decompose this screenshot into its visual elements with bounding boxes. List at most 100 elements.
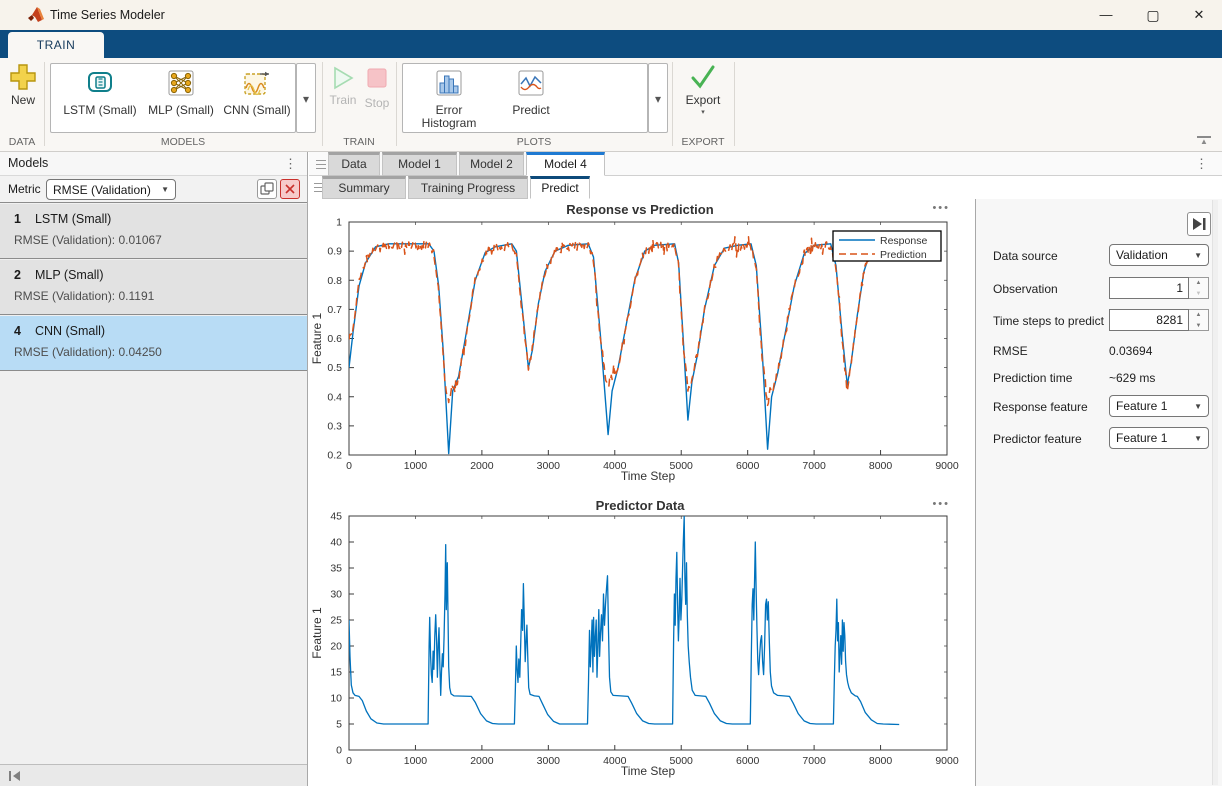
tab-train[interactable]: TRAIN (8, 32, 104, 58)
cnn-model-icon (242, 68, 272, 98)
data-source-value: Validation (1116, 248, 1168, 262)
svg-text:1: 1 (336, 217, 342, 229)
time-steps-input[interactable]: 8281 (1109, 309, 1189, 331)
models-gallery-dropdown[interactable]: ▾ (296, 63, 316, 133)
svg-text:5: 5 (336, 719, 342, 731)
model-index: 2 (14, 268, 21, 282)
collapse-panel-button[interactable] (1187, 212, 1211, 236)
tab-summary[interactable]: Summary (322, 176, 406, 199)
title-bar: Time Series Modeler — ▢ ✕ (0, 0, 1222, 30)
svg-text:Prediction: Prediction (880, 249, 927, 261)
train-button[interactable]: Train (328, 66, 358, 107)
gallery-item-cnn[interactable]: CNN (Small) (219, 68, 295, 130)
svg-text:Time Step: Time Step (621, 764, 676, 778)
field-label: Prediction time (993, 371, 1072, 385)
tab-training-progress[interactable]: Training Progress (408, 176, 528, 199)
svg-text:30: 30 (330, 589, 342, 601)
duplicate-model-button[interactable] (257, 179, 277, 199)
tab-predict-active[interactable]: Predict (530, 176, 590, 199)
chart-title: Response vs Prediction (312, 202, 968, 217)
panel-scrollbar[interactable] (1212, 200, 1218, 785)
chevron-down-icon: ▼ (161, 185, 169, 194)
response-feature-dropdown[interactable]: Feature 1 ▼ (1109, 395, 1209, 417)
tab-data[interactable]: Data (328, 152, 380, 176)
copy-icon (258, 180, 276, 198)
ribbon-tab-band: TRAIN (0, 30, 1222, 58)
spinner-up-icon[interactable]: ▲ (1189, 310, 1208, 321)
gallery-item-error-histogram[interactable]: Error Histogram (411, 68, 487, 130)
tab-model-4-active[interactable]: Model 4 (526, 152, 605, 176)
rmse-value: 0.03694 (1109, 344, 1152, 358)
svg-text:Time Step: Time Step (621, 469, 676, 483)
predictor-data-chart-container: Predictor Data ••• 010002000300040005000… (312, 496, 968, 786)
section-label-plots: PLOTS (396, 136, 672, 148)
gallery-item-label: Predict (493, 104, 569, 117)
new-plus-icon (10, 64, 36, 90)
gallery-item-lstm[interactable]: LSTM (Small) (61, 68, 139, 130)
spinner-up-icon[interactable]: ▲ (1189, 278, 1208, 289)
gallery-item-predict[interactable]: Predict (493, 68, 569, 130)
models-panel-footer (0, 764, 307, 786)
export-button[interactable]: Export ▾ (680, 64, 726, 116)
predict-plot-icon (516, 68, 546, 98)
gallery-item-label: Error Histogram (411, 104, 487, 130)
chart-options-menu[interactable]: ••• (932, 498, 950, 510)
tab-model-2[interactable]: Model 2 (459, 152, 524, 176)
observation-input[interactable]: 1 (1109, 277, 1189, 299)
data-source-dropdown[interactable]: Validation ▼ (1109, 244, 1209, 266)
plots-gallery-dropdown[interactable]: ▾ (648, 63, 668, 133)
section-label-export: EXPORT (672, 136, 734, 148)
model-card-mlp[interactable]: 2MLP (Small) RMSE (Validation): 0.1191 (0, 260, 307, 315)
svg-text:40: 40 (330, 537, 342, 549)
models-panel-menu[interactable]: ⋮ (284, 157, 297, 170)
section-label-data: DATA (0, 136, 44, 148)
export-check-icon (689, 64, 717, 90)
collapse-toolstrip-button[interactable]: ▲ (1196, 136, 1212, 146)
response-prediction-chart-container: Response vs Prediction ••• 0100020003000… (312, 200, 968, 490)
maximize-button[interactable]: ▢ (1130, 0, 1176, 30)
mlp-model-icon (166, 68, 196, 98)
minimize-button[interactable]: — (1083, 0, 1129, 30)
close-button[interactable]: ✕ (1176, 0, 1222, 30)
chevron-down-icon: ▼ (1194, 434, 1202, 443)
svg-text:1000: 1000 (404, 755, 428, 767)
new-button[interactable]: New (6, 64, 40, 107)
response-prediction-chart: 01000200030004000500060007000800090000.2… (312, 200, 968, 490)
metric-bar: Metric RMSE (Validation) ▼ (0, 176, 307, 203)
export-dropdown-arrow[interactable]: ▾ (680, 108, 726, 116)
gallery-item-mlp[interactable]: MLP (Small) (143, 68, 219, 130)
chart-options-menu[interactable]: ••• (932, 202, 950, 214)
svg-text:0.6: 0.6 (327, 333, 342, 345)
svg-text:Response: Response (880, 235, 927, 247)
tab-model-1[interactable]: Model 1 (382, 152, 457, 176)
metric-dropdown-value: RMSE (Validation) (53, 183, 151, 197)
model-metric-value: RMSE (Validation): 0.01067 (14, 233, 162, 247)
svg-text:35: 35 (330, 563, 342, 575)
gallery-item-label: MLP (Small) (143, 104, 219, 117)
delete-x-icon (281, 180, 299, 198)
spinner-down-icon[interactable]: ▼ (1189, 289, 1208, 300)
model-card-cnn-selected[interactable]: 4CNN (Small) RMSE (Validation): 0.04250 (0, 316, 307, 371)
svg-text:2000: 2000 (470, 755, 494, 767)
gallery-item-label: CNN (Small) (219, 104, 295, 117)
time-steps-spinner[interactable]: ▲ ▼ (1189, 309, 1209, 331)
collapse-panel-left-icon[interactable] (8, 770, 22, 782)
svg-text:0.9: 0.9 (327, 246, 342, 258)
field-label: RMSE (993, 344, 1028, 358)
model-card-lstm[interactable]: 1LSTM (Small) RMSE (Validation): 0.01067 (0, 204, 307, 259)
model-index: 1 (14, 212, 21, 226)
export-button-label: Export (680, 93, 726, 107)
predictor-feature-dropdown[interactable]: Feature 1 ▼ (1109, 427, 1209, 449)
models-panel-header: Models ⋮ (0, 152, 307, 176)
svg-text:8000: 8000 (869, 460, 893, 472)
svg-text:0.5: 0.5 (327, 362, 342, 374)
spinner-down-icon[interactable]: ▼ (1189, 321, 1208, 332)
document-bar-menu[interactable]: ⋮ (1195, 157, 1208, 170)
section-label-train: TRAIN (322, 136, 396, 148)
collapse-panel-right-icon (1188, 213, 1210, 235)
observation-spinner[interactable]: ▲ ▼ (1189, 277, 1209, 299)
delete-model-button[interactable] (280, 179, 300, 199)
stop-button[interactable]: Stop (362, 68, 392, 110)
metric-dropdown[interactable]: RMSE (Validation) ▼ (46, 179, 176, 200)
tab-bar-grip[interactable] (316, 160, 326, 169)
